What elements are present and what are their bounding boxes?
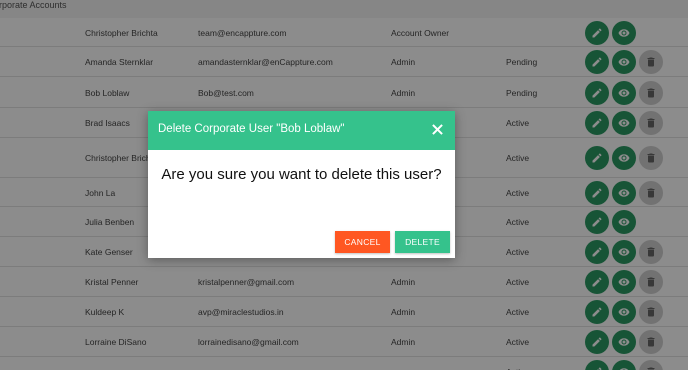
modal-header: Delete Corporate User "Bob Loblaw" — [148, 111, 455, 150]
cancel-button[interactable]: CANCEL — [335, 231, 390, 253]
delete-user-modal: Delete Corporate User "Bob Loblaw" Are y… — [148, 111, 455, 258]
close-icon[interactable] — [430, 121, 444, 137]
modal-body: Are you sure you want to delete this use… — [148, 150, 455, 198]
delete-button[interactable]: DELETE — [395, 231, 450, 253]
modal-title: Delete Corporate User "Bob Loblaw" — [158, 123, 345, 135]
modal-message: Are you sure you want to delete this use… — [161, 165, 442, 183]
